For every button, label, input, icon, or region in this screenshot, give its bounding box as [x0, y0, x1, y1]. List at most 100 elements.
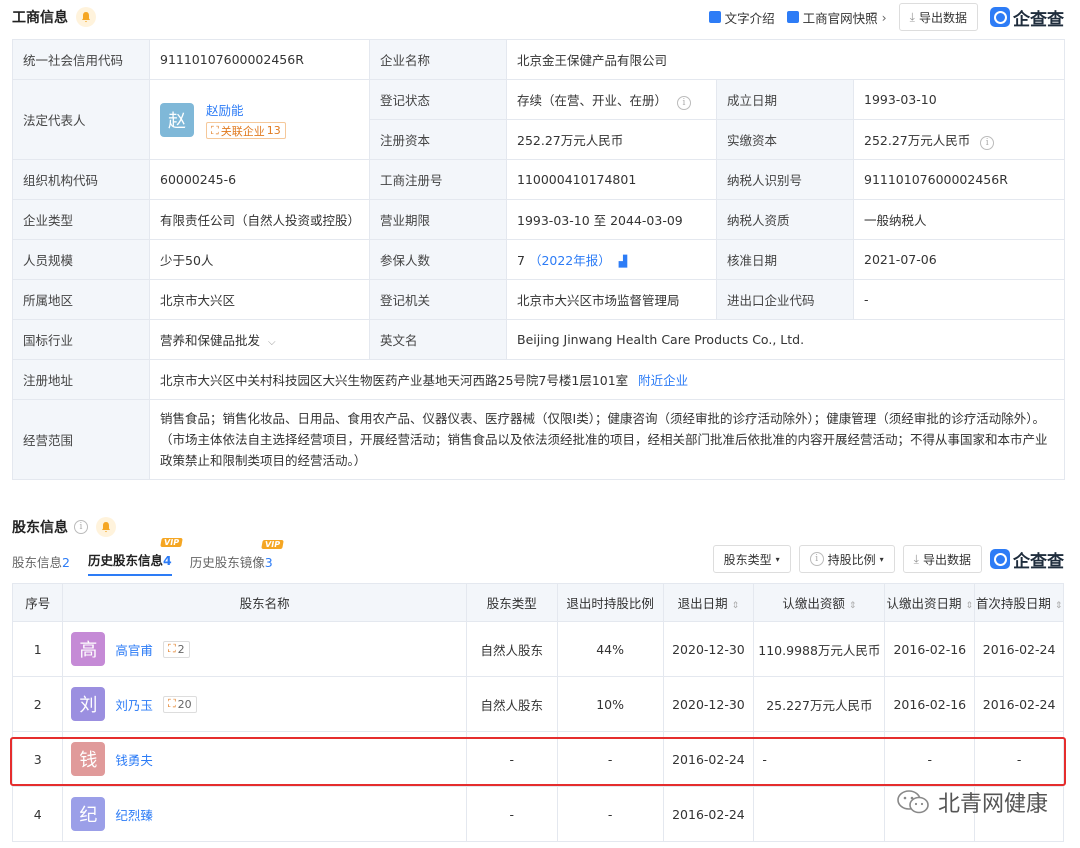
paid-capital-cell: 252.27万元人民币 i	[852, 119, 1066, 160]
bell-icon[interactable]	[76, 7, 96, 27]
label-cell: 企业类型	[12, 199, 150, 240]
table-row: 组织机构代码 60000245-6 工商注册号 110000410174801 …	[12, 159, 1066, 200]
qcc-logo-icon	[990, 549, 1010, 569]
tab-history-shareholders[interactable]: 历史股东信息4 VIP	[87, 538, 183, 576]
table-row: 所属地区 北京市大兴区 登记机关 北京市大兴区市场监督管理局 进出口企业代码 -	[12, 279, 1066, 320]
paid-capital: 252.27万元人民币	[864, 132, 971, 148]
col-header-sortable[interactable]: 认缴出资日期 ⇕	[884, 583, 976, 622]
subscribed-amount: 110.9988万元人民币	[753, 621, 886, 677]
company-type: 有限责任公司（自然人投资或控股）	[149, 199, 370, 240]
label-cell: 登记机关	[369, 279, 507, 320]
label-cell: 法定代表人	[12, 79, 150, 160]
download-icon: ⤓	[913, 551, 919, 566]
holder-type: 自然人股东	[465, 676, 558, 732]
table-row: 注册地址 北京市大兴区中关村科技园区大兴生物医药产业基地天河西路25号院7号楼1…	[12, 359, 1066, 400]
col-header: 序号	[11, 583, 64, 622]
holder-type: 自然人股东	[465, 621, 558, 677]
insured-count: 7	[517, 253, 525, 268]
col-header-sortable[interactable]: 退出日期 ⇕	[662, 583, 755, 622]
found-date: 1993-03-10	[852, 79, 1066, 120]
org-code: 60000245-6	[149, 159, 370, 200]
holder-cell: 刘 刘乃玉 ⛶ 20	[62, 676, 467, 732]
col-header-label: 退出日期	[677, 596, 728, 611]
holding-ratio-dropdown[interactable]: i 持股比例 ▾	[798, 545, 895, 573]
qcc-logo-text: 企查查	[1013, 9, 1064, 30]
label-cell: 核准日期	[716, 239, 854, 280]
col-header-sortable[interactable]: 首次持股日期 ⇕	[974, 583, 1064, 622]
related-companies-label: 关联企业	[220, 124, 265, 138]
address: 北京市大兴区中关村科技园区大兴生物医药产业基地天河西路25号院7号楼1层101室	[160, 373, 629, 388]
col-header-label: 退出时持股比例	[566, 596, 654, 611]
col-header-label: 股东名称	[239, 596, 290, 611]
legal-rep-name[interactable]: 赵励能	[206, 100, 286, 119]
doc-icon	[708, 11, 721, 23]
first-hold-date: 2016-02-24	[974, 621, 1064, 677]
exit-ratio: 10%	[556, 676, 664, 732]
holder-cell: 高 高官甫 ⛶ 2	[62, 621, 467, 677]
label-cell: 所属地区	[12, 279, 150, 320]
insured-cell: 7 （2022年报） ▟	[506, 239, 717, 280]
shareholder-tabs: 股东信息2 历史股东信息4 VIP 历史股东镜像3 VIP	[12, 538, 284, 576]
col-header: 退出时持股比例	[556, 583, 664, 622]
info-icon[interactable]: i	[980, 135, 995, 150]
exit-date: 2016-02-24	[662, 731, 755, 787]
avatar[interactable]: 刘	[71, 687, 106, 721]
info-icon[interactable]: i	[74, 520, 88, 534]
tab-shareholders[interactable]: 股东信息2	[12, 552, 70, 576]
row-number: 1	[11, 621, 64, 677]
industry-cell[interactable]: 营养和保健品批发 ⌵	[149, 319, 370, 360]
info-icon: i	[809, 552, 824, 566]
label-cell: 注册地址	[12, 359, 150, 400]
holder-name[interactable]: 纪烈臻	[115, 805, 153, 824]
sort-icon: ⇕	[731, 601, 740, 611]
label-cell: 纳税人资质	[716, 199, 854, 240]
related-companies-tag[interactable]: ⛶ 关联企业 13	[206, 122, 286, 139]
holder-name[interactable]: 高官甫	[115, 640, 153, 659]
related-tag[interactable]: ⛶ 2	[162, 640, 190, 658]
subscribed-date: 2016-02-16	[884, 621, 976, 677]
taxpayer-qual: 一般纳税人	[852, 199, 1066, 240]
insured-year-link[interactable]: （2022年报）	[529, 253, 611, 268]
text-intro-link[interactable]: 文字介绍	[708, 8, 775, 27]
avatar[interactable]: 纪	[71, 797, 106, 831]
exit-ratio: -	[556, 786, 664, 842]
taxpayer-id: 91110107600002456R	[852, 159, 1066, 200]
holder-name[interactable]: 刘乃玉	[115, 695, 153, 714]
table-row: 国标行业 营养和保健品批发 ⌵ 英文名 Beijing Jinwang Heal…	[12, 319, 1066, 360]
col-header: 股东类型	[465, 583, 558, 622]
bell-icon[interactable]	[96, 517, 116, 537]
chart-icon[interactable]: ▟	[619, 255, 627, 268]
holder-name[interactable]: 钱勇夫	[115, 750, 153, 769]
sort-icon: ⇕	[848, 601, 857, 611]
shareholder-type-dropdown[interactable]: 股东类型 ▾	[712, 545, 791, 573]
tab-label: 历史股东信息	[87, 553, 163, 568]
label-cell: 营业期限	[369, 199, 507, 240]
related-tag[interactable]: ⛶ 20	[162, 695, 197, 713]
first-hold-date: -	[974, 731, 1064, 787]
reg-status-cell: 存续（在营、开业、在册） i	[506, 79, 717, 120]
subscribed-amount: 25.227万元人民币	[753, 676, 886, 732]
col-header-sortable[interactable]: 认缴出资额 ⇕	[753, 583, 886, 622]
avatar[interactable]: 高	[71, 632, 106, 666]
tab-label: 股东信息	[12, 555, 63, 570]
nearby-companies-link[interactable]: 附近企业	[638, 373, 688, 388]
avatar[interactable]: 钱	[71, 742, 106, 776]
label-cell: 人员规模	[12, 239, 150, 280]
qcc-logo: 企查查	[990, 5, 1064, 30]
label-cell: 工商注册号	[369, 159, 507, 200]
related-companies-count: 13	[266, 124, 281, 137]
avatar[interactable]: 赵	[160, 102, 194, 137]
row-number: 4	[11, 786, 64, 842]
row-number: 2	[11, 676, 64, 732]
shareholder-toolbar: 股东类型 ▾ i 持股比例 ▾ ⤓ 导出数据 企查查	[712, 545, 1064, 573]
col-header: 股东名称	[62, 583, 467, 622]
export-button[interactable]: ⤓ 导出数据	[898, 3, 978, 31]
tab-history-mirror[interactable]: 历史股东镜像3 VIP	[190, 540, 284, 576]
export-button[interactable]: ⤓ 导出数据	[902, 545, 982, 573]
export-label: 导出数据	[922, 552, 971, 567]
subscribed-date: 2016-02-16	[884, 676, 976, 732]
snapshot-link[interactable]: 工商官网快照 ›	[786, 8, 887, 27]
info-icon[interactable]: i	[677, 95, 691, 110]
chevron-right-icon: ›	[881, 9, 887, 25]
industry: 营养和保健品批发	[160, 333, 261, 348]
